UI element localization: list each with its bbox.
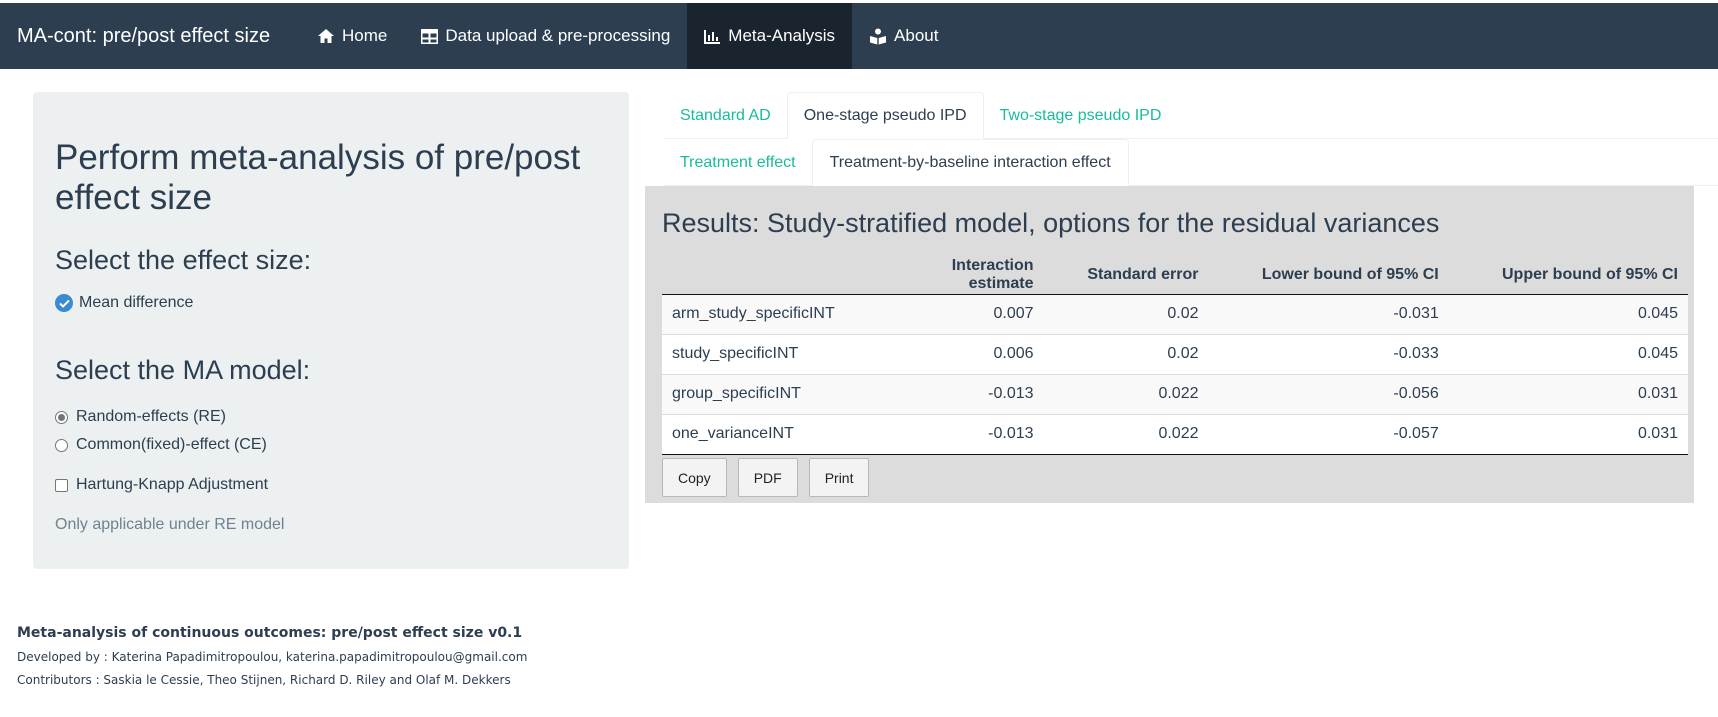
pdf-button[interactable]: PDF xyxy=(737,458,798,497)
nav-item-label: Meta-Analysis xyxy=(728,26,836,45)
estimate-cell: -0.013 xyxy=(878,413,1044,455)
radio-common-effect[interactable]: Common(fixed)-effect (CE) xyxy=(55,436,267,454)
nav-item-data-upload[interactable]: Data upload & pre-processing xyxy=(404,3,687,69)
column-header-estimate[interactable]: Interaction estimate xyxy=(878,256,1044,295)
footer-contributors: Contributors : Saskia le Cessie, Theo St… xyxy=(17,673,511,687)
tab-one-stage-pseudo-ipd[interactable]: One-stage pseudo IPD xyxy=(786,92,984,139)
table-row: study_specificINT 0.006 0.02 -0.033 0.04… xyxy=(662,333,1688,374)
hk-help-text: Only applicable under RE model xyxy=(55,516,285,533)
nav-item-meta-analysis[interactable]: Meta-Analysis xyxy=(687,3,853,69)
effect-size-heading: Select the effect size: xyxy=(55,245,312,275)
radio-label: Common(fixed)-effect (CE) xyxy=(76,436,267,453)
tab-standard-ad[interactable]: Standard AD xyxy=(664,92,787,139)
export-buttons: Copy PDF Print xyxy=(662,458,870,497)
checkbox[interactable] xyxy=(55,478,68,492)
se-cell: 0.02 xyxy=(1043,333,1209,374)
lower-cell: -0.033 xyxy=(1208,333,1449,374)
nav-item-label: About xyxy=(894,26,939,45)
estimate-cell: 0.006 xyxy=(878,333,1044,374)
model-heading: Select the MA model: xyxy=(55,355,311,385)
effect-size-checkbox-mean-difference[interactable]: Mean difference xyxy=(55,294,193,312)
lower-cell: -0.057 xyxy=(1208,413,1449,455)
model-cell: one_varianceINT xyxy=(662,413,879,455)
tab-two-stage-pseudo-ipd[interactable]: Two-stage pseudo IPD xyxy=(984,92,1178,139)
bar-chart-icon xyxy=(704,29,721,44)
tab-treatment-by-baseline-interaction[interactable]: Treatment-by-baseline interaction effect xyxy=(811,139,1129,186)
se-cell: 0.022 xyxy=(1043,373,1209,414)
column-header-upper[interactable]: Upper bound of 95% CI xyxy=(1448,256,1688,295)
checkbox-label: Hartung-Knapp Adjustment xyxy=(76,476,269,493)
column-header-se[interactable]: Standard error xyxy=(1043,256,1209,295)
radio-label: Random-effects (RE) xyxy=(76,408,226,425)
results-panel: Results: Study-stratified model, options… xyxy=(645,186,1694,503)
table-row: one_varianceINT -0.013 0.022 -0.057 0.03… xyxy=(662,413,1688,455)
upper-cell: 0.045 xyxy=(1448,333,1688,374)
hartung-knapp-checkbox[interactable]: Hartung-Knapp Adjustment xyxy=(55,476,268,494)
nav-item-home[interactable]: Home xyxy=(300,3,404,69)
copy-button[interactable]: Copy xyxy=(662,458,727,497)
upper-cell: 0.031 xyxy=(1448,413,1688,455)
results-table: Interaction estimate Standard error Lowe… xyxy=(662,256,1688,455)
se-cell: 0.022 xyxy=(1043,413,1209,455)
footer: Meta-analysis of continuous outcomes: pr… xyxy=(17,625,527,696)
table-row: arm_study_specificINT 0.007 0.02 -0.031 … xyxy=(662,293,1688,334)
upper-cell: 0.045 xyxy=(1448,293,1688,334)
column-header-lower[interactable]: Lower bound of 95% CI xyxy=(1208,256,1449,295)
main-tabs: Standard AD One-stage pseudo IPD Two-sta… xyxy=(664,92,1718,139)
app-brand[interactable]: MA-cont: pre/post effect size xyxy=(0,3,300,69)
sub-tabs: Treatment effect Treatment-by-baseline i… xyxy=(664,139,1718,186)
model-cell: group_specificINT xyxy=(662,373,879,414)
nav-item-about[interactable]: About xyxy=(852,3,955,69)
estimate-cell: 0.007 xyxy=(878,293,1044,334)
model-cell: study_specificINT xyxy=(662,333,879,374)
radio-random-effects[interactable]: Random-effects (RE) xyxy=(55,408,226,426)
radio-button[interactable] xyxy=(55,410,68,424)
table-row: group_specificINT -0.013 0.022 -0.056 0.… xyxy=(662,373,1688,414)
book-reader-icon xyxy=(869,28,887,45)
table-header-row: Interaction estimate Standard error Lowe… xyxy=(662,256,1688,295)
results-title: Results: Study-stratified model, options… xyxy=(662,208,1440,238)
home-icon xyxy=(317,28,335,44)
column-header-model[interactable] xyxy=(662,256,879,295)
effect-size-label: Mean difference xyxy=(79,294,194,311)
footer-developed-by: Developed by : Katerina Papadimitropoulo… xyxy=(17,650,528,664)
nav-item-label: Data upload & pre-processing xyxy=(445,26,671,45)
check-circle-icon xyxy=(55,294,73,312)
estimate-cell: -0.013 xyxy=(878,373,1044,414)
lower-cell: -0.056 xyxy=(1208,373,1449,414)
model-cell: arm_study_specificINT xyxy=(662,293,879,334)
se-cell: 0.02 xyxy=(1043,293,1209,334)
radio-button[interactable] xyxy=(55,438,68,452)
upper-cell: 0.031 xyxy=(1448,373,1688,414)
print-button[interactable]: Print xyxy=(808,458,870,497)
sidebar-title: Perform meta-analysis of pre/post effect… xyxy=(55,138,581,218)
table-icon xyxy=(421,28,439,44)
footer-title: Meta-analysis of continuous outcomes: pr… xyxy=(17,625,523,641)
nav-item-label: Home xyxy=(342,26,388,45)
sidebar-panel: Perform meta-analysis of pre/post effect… xyxy=(33,92,629,569)
tab-treatment-effect[interactable]: Treatment effect xyxy=(664,139,812,186)
lower-cell: -0.031 xyxy=(1208,293,1449,334)
top-navbar: MA-cont: pre/post effect size Home Data … xyxy=(0,3,1718,69)
